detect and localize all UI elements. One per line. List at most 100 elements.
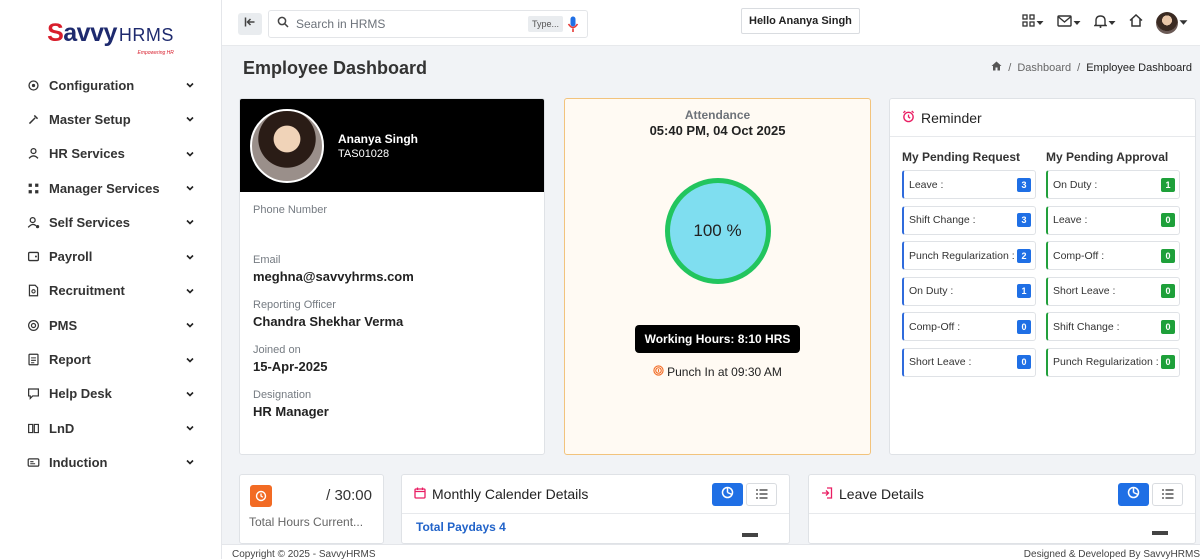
pending-request-title: My Pending Request bbox=[902, 150, 1021, 164]
list-view-button[interactable] bbox=[746, 482, 777, 506]
attendance-progress-circle: 100 % bbox=[664, 178, 771, 284]
home-icon[interactable] bbox=[991, 61, 1002, 74]
pending-request-item[interactable]: Punch Regularization :2 bbox=[902, 241, 1036, 270]
pending-request-item[interactable]: On Duty : 1 bbox=[902, 276, 1036, 306]
count-badge: 0 bbox=[1017, 355, 1031, 369]
breadcrumb-separator: / bbox=[1077, 61, 1081, 74]
notifications-button[interactable] bbox=[1093, 14, 1116, 33]
monthly-calendar-card: Monthly Calender Details Total Paydays 4 bbox=[401, 474, 790, 544]
pending-request-item[interactable]: Short Leave : 0 bbox=[902, 347, 1036, 377]
hamburger-menu-icon[interactable] bbox=[1152, 531, 1168, 535]
field-value: Chandra Shekhar Verma bbox=[253, 314, 404, 329]
view-toggle bbox=[712, 482, 777, 506]
pending-approval-item[interactable]: Short Leave : 0 bbox=[1046, 276, 1180, 306]
microphone-icon[interactable] bbox=[567, 16, 579, 33]
chart-view-button[interactable] bbox=[1118, 482, 1149, 506]
profile-name: Ananya Singh bbox=[338, 131, 419, 146]
item-label: Leave : bbox=[1053, 214, 1088, 226]
sidebar-item-label: Help Desk bbox=[49, 386, 112, 402]
field-email: Email meghna@savvyhrms.com bbox=[253, 254, 531, 284]
reminder-card: Reminder My Pending Request Leave : 3 Shi… bbox=[889, 98, 1196, 455]
caret-down-icon bbox=[1108, 14, 1116, 32]
sidebar-item-induction[interactable]: Induction bbox=[0, 445, 221, 479]
sidebar-item-hr-services[interactable]: HR Services bbox=[0, 137, 221, 171]
sidebar-item-self-services[interactable]: Self Services bbox=[0, 205, 221, 239]
pending-approval-item[interactable]: On Duty : 1 bbox=[1046, 170, 1180, 199]
attendance-datetime: 05:40 PM, 04 Oct 2025 bbox=[649, 123, 786, 138]
sidebar-item-lnd[interactable]: LnD bbox=[0, 411, 221, 445]
brand-logo[interactable]: Savvy HRMS Empowering HR bbox=[0, 0, 221, 66]
attendance-percent: 100 % bbox=[693, 221, 742, 240]
home-icon bbox=[1129, 13, 1143, 32]
pending-approval-item[interactable]: Shift Change : 0 bbox=[1046, 312, 1180, 341]
field-label: Designation bbox=[253, 389, 312, 401]
leave-title: Leave Details bbox=[839, 486, 924, 502]
copyright-text: Copyright © 2025 - SavvyHRMS bbox=[232, 549, 376, 559]
chat-icon bbox=[26, 387, 40, 401]
sidebar-item-report[interactable]: Report bbox=[0, 342, 221, 376]
field-label: Email bbox=[253, 254, 281, 266]
logo-suffix: HRMS bbox=[118, 24, 174, 45]
profile-photo bbox=[250, 108, 324, 183]
attendance-card: Attendance 05:40 PM, 04 Oct 2025 100 % W… bbox=[564, 98, 871, 455]
sidebar-item-help-desk[interactable]: Help Desk bbox=[0, 377, 221, 411]
pending-approval-item[interactable]: Leave : 0 bbox=[1046, 205, 1180, 235]
pending-approval-item[interactable]: Punch Regularization :0 bbox=[1046, 347, 1180, 377]
profile-card: Ananya Singh TAS01028 Phone Number Email… bbox=[239, 98, 545, 455]
field-label: Reporting Officer bbox=[253, 299, 336, 311]
user-icon bbox=[26, 147, 40, 161]
sidebar-item-payroll[interactable]: Payroll bbox=[0, 239, 221, 273]
tools-icon bbox=[26, 112, 40, 126]
pending-approval-item[interactable]: Comp-Off : 0 bbox=[1046, 241, 1180, 270]
breadcrumb-link-dashboard[interactable]: Dashboard bbox=[1017, 62, 1071, 74]
mail-menu-button[interactable] bbox=[1057, 14, 1081, 32]
search-input[interactable] bbox=[296, 17, 528, 31]
list-view-button[interactable] bbox=[1152, 482, 1183, 506]
topbar: Type... Hello Ananya Singh bbox=[222, 0, 1200, 46]
total-paydays: Total Paydays 4 bbox=[416, 520, 506, 534]
chevron-down-icon bbox=[185, 183, 195, 193]
item-label: Punch Regularization : bbox=[909, 249, 1015, 262]
list-icon bbox=[755, 486, 768, 502]
user-menu-button[interactable] bbox=[1156, 12, 1188, 34]
apps-menu-button[interactable] bbox=[1022, 14, 1044, 32]
sidebar-item-master-setup[interactable]: Master Setup bbox=[0, 102, 221, 136]
sidebar-collapse-button[interactable] bbox=[238, 13, 262, 35]
breadcrumb-separator: / bbox=[1008, 61, 1012, 74]
pending-request-item[interactable]: Comp-Off : 0 bbox=[902, 312, 1036, 341]
sidebar-item-label: Manager Services bbox=[49, 180, 160, 196]
sidebar-item-label: Induction bbox=[49, 454, 108, 470]
calendar-header: Monthly Calender Details bbox=[402, 475, 789, 514]
sidebar-item-pms[interactable]: PMS bbox=[0, 308, 221, 342]
calendar-icon bbox=[414, 486, 426, 502]
field-label: Joined on bbox=[253, 344, 301, 356]
item-label: Leave : bbox=[909, 178, 944, 191]
sidebar-item-manager-services[interactable]: Manager Services bbox=[0, 171, 221, 205]
chart-view-button[interactable] bbox=[712, 482, 743, 506]
chevron-down-icon bbox=[185, 114, 195, 124]
sidebar-item-configuration[interactable]: Configuration bbox=[0, 68, 221, 102]
book-icon bbox=[26, 421, 40, 435]
field-phone: Phone Number bbox=[253, 204, 531, 239]
field-value: 15-Apr-2025 bbox=[253, 359, 328, 374]
pending-request-column: My Pending Request Leave : 3 Shift Change… bbox=[902, 150, 1036, 383]
chevron-down-icon bbox=[185, 252, 195, 262]
hamburger-menu-icon[interactable] bbox=[742, 533, 758, 537]
count-badge: 0 bbox=[1161, 284, 1175, 298]
field-value: HR Manager bbox=[253, 404, 329, 419]
field-joined-on: Joined on 15-Apr-2025 bbox=[253, 344, 531, 374]
sidebar-item-label: HR Services bbox=[49, 146, 125, 162]
pending-request-item[interactable]: Leave : 3 bbox=[902, 170, 1036, 199]
report-icon bbox=[26, 353, 40, 367]
sidebar-item-recruitment[interactable]: Recruitment bbox=[0, 274, 221, 308]
home-button[interactable] bbox=[1129, 13, 1143, 32]
sidebar: Savvy HRMS Empowering HR Configuration M… bbox=[0, 0, 222, 559]
sidebar-nav: Configuration Master Setup HR Services M… bbox=[0, 68, 221, 480]
pending-approval-title: My Pending Approval bbox=[1046, 150, 1169, 164]
total-hours-value: / 30:00 bbox=[326, 487, 372, 504]
pending-request-item[interactable]: Shift Change : 3 bbox=[902, 205, 1036, 235]
sidebar-item-label: LnD bbox=[49, 420, 75, 436]
reminder-title: Reminder bbox=[921, 109, 982, 126]
pie-chart-icon bbox=[1127, 486, 1140, 502]
logo-word: avvy bbox=[63, 18, 117, 47]
